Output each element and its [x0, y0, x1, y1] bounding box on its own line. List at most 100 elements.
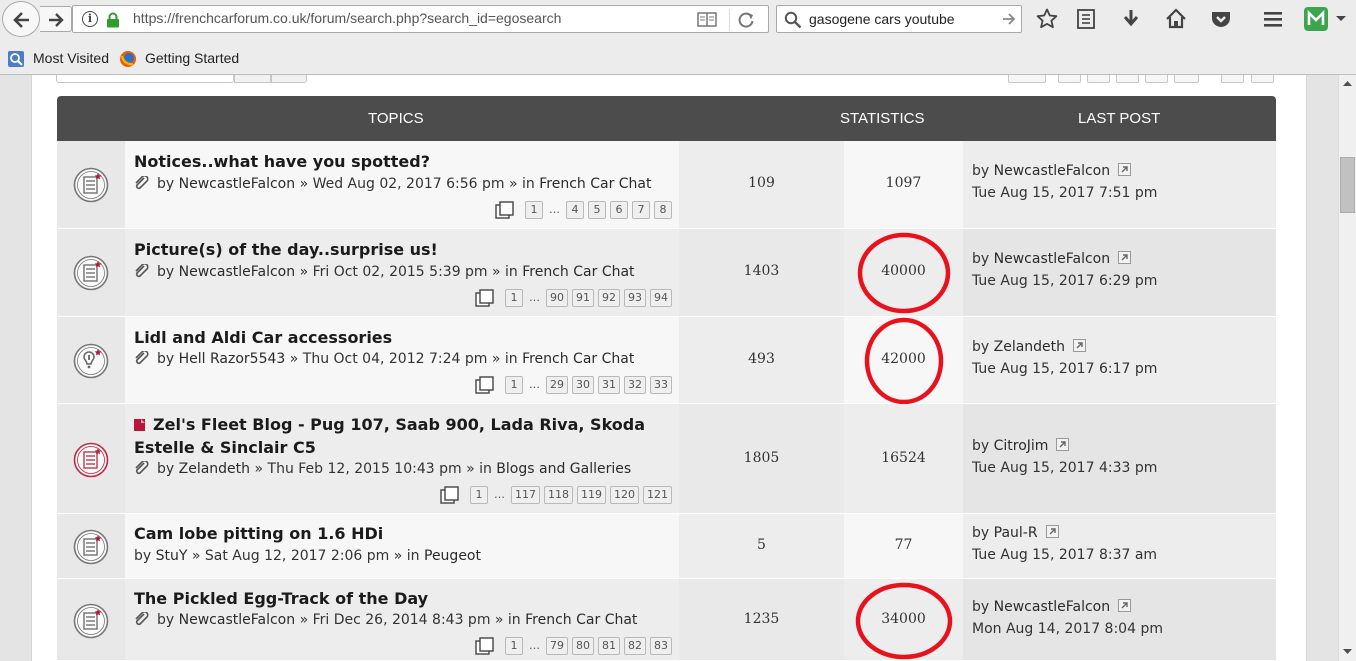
goto-post-icon[interactable]: [1118, 163, 1132, 176]
bookmark-most-visited[interactable]: Most Visited: [33, 50, 109, 66]
forum-link[interactable]: French Car Chat: [522, 351, 634, 367]
reload-icon[interactable]: [736, 10, 756, 30]
scroll-down-icon[interactable]: [1339, 643, 1356, 660]
author-link[interactable]: Zelandeth: [179, 461, 250, 477]
forum-link[interactable]: French Car Chat: [539, 176, 651, 192]
reading-list-icon[interactable]: [1074, 7, 1098, 31]
page-link[interactable]: 121: [643, 485, 672, 504]
forum-link[interactable]: French Car Chat: [522, 264, 634, 280]
page-link[interactable]: 4: [566, 200, 584, 219]
menu-icon[interactable]: [1261, 7, 1285, 31]
page-link[interactable]: 83: [650, 636, 672, 655]
extension-icon[interactable]: [1303, 6, 1329, 32]
pagination-ellipsis: …: [529, 639, 540, 652]
forum-link[interactable]: Peugeot: [424, 548, 481, 564]
last-author-link[interactable]: NewcastleFalcon: [994, 599, 1110, 615]
page-link[interactable]: 79: [546, 636, 568, 655]
topic-title-link[interactable]: Notices..what have you spotted?: [134, 152, 430, 171]
page-link[interactable]: 120: [610, 485, 639, 504]
author-link[interactable]: StuY: [156, 548, 188, 564]
page-link[interactable]: 6: [610, 200, 628, 219]
page-link[interactable]: 81: [598, 636, 620, 655]
page-link[interactable]: 94: [650, 288, 672, 307]
page-link[interactable]: 117: [511, 485, 540, 504]
lock-icon[interactable]: [106, 12, 120, 28]
page-link[interactable]: 80: [572, 636, 594, 655]
pagination-button[interactable]: [1116, 75, 1139, 83]
search-go-icon[interactable]: [1002, 12, 1016, 26]
page-link[interactable]: 1: [505, 636, 523, 655]
goto-post-icon[interactable]: [1073, 339, 1087, 352]
header-topics: TOPICS: [368, 110, 424, 127]
goto-post-icon[interactable]: [1118, 599, 1132, 612]
bookmark-star-icon[interactable]: [1035, 7, 1059, 31]
page-link[interactable]: 118: [544, 485, 573, 504]
page-link[interactable]: 90: [546, 288, 568, 307]
goto-post-icon[interactable]: [1056, 438, 1070, 451]
page-link[interactable]: 92: [598, 288, 620, 307]
page-link[interactable]: 1: [505, 375, 523, 394]
author-link[interactable]: Hell Razor5543: [179, 351, 286, 367]
page-link[interactable]: 1: [470, 485, 488, 504]
page-link[interactable]: 5: [588, 200, 606, 219]
forum-link[interactable]: French Car Chat: [525, 612, 637, 628]
pagination-button[interactable]: [1058, 75, 1081, 83]
page-link[interactable]: 32: [624, 375, 646, 394]
search-options-button[interactable]: [271, 75, 307, 83]
last-author-link[interactable]: Zelandeth: [994, 339, 1065, 355]
bookmark-getting-started[interactable]: Getting Started: [145, 50, 239, 66]
info-icon[interactable]: i: [82, 11, 98, 27]
forward-button[interactable]: [40, 6, 72, 32]
pagination-button[interactable]: [1087, 75, 1110, 83]
last-author-link[interactable]: NewcastleFalcon: [994, 251, 1110, 267]
forum-link[interactable]: Blogs and Galleries: [496, 461, 631, 477]
chevron-down-icon[interactable]: [1335, 14, 1347, 24]
url-text[interactable]: https://frenchcarforum.co.uk/forum/searc…: [133, 10, 561, 26]
last-author-link[interactable]: CitroJim: [994, 438, 1049, 454]
page-link[interactable]: 31: [598, 375, 620, 394]
page-link[interactable]: 29: [546, 375, 568, 394]
goto-post-icon[interactable]: [1118, 251, 1132, 264]
search-input[interactable]: gasogene cars youtube: [809, 11, 955, 27]
search-results-input[interactable]: [56, 75, 234, 83]
topic-title-link[interactable]: Zel's Fleet Blog - Pug 107, Saab 900, La…: [134, 413, 674, 459]
page-link[interactable]: 8: [654, 200, 672, 219]
last-author-link[interactable]: Paul-R: [994, 525, 1038, 541]
page-link[interactable]: 93: [624, 288, 646, 307]
search-results-button[interactable]: [234, 75, 271, 83]
pages-icon: [495, 200, 515, 219]
pagination-prev[interactable]: [1221, 75, 1244, 83]
page-link[interactable]: 33: [650, 375, 672, 394]
page-link[interactable]: 91: [572, 288, 594, 307]
topic-title-link[interactable]: Picture(s) of the day..surprise us!: [134, 240, 438, 259]
last-author-link[interactable]: NewcastleFalcon: [994, 163, 1110, 179]
vertical-scrollbar[interactable]: [1338, 75, 1356, 661]
topic-title-link[interactable]: The Pickled Egg-Track of the Day: [134, 589, 428, 608]
url-bar[interactable]: i https://frenchcarforum.co.uk/forum/sea…: [72, 5, 769, 33]
downloads-icon[interactable]: [1119, 7, 1143, 31]
pagination-button[interactable]: [1145, 75, 1168, 83]
pagination-button[interactable]: [1174, 75, 1199, 83]
pagination-next[interactable]: [1251, 75, 1274, 83]
page-link[interactable]: 1: [505, 288, 523, 307]
home-icon[interactable]: [1164, 7, 1188, 31]
scroll-up-icon[interactable]: [1339, 75, 1356, 92]
page-link[interactable]: 1: [525, 200, 543, 219]
pocket-icon[interactable]: [1209, 7, 1233, 31]
back-button[interactable]: [2, 1, 40, 37]
search-bar[interactable]: gasogene cars youtube: [776, 5, 1022, 33]
author-link[interactable]: NewcastleFalcon: [179, 264, 295, 280]
page-link[interactable]: 30: [572, 375, 594, 394]
reader-view-icon[interactable]: [697, 12, 717, 27]
author-link[interactable]: NewcastleFalcon: [179, 176, 295, 192]
topic-title-link[interactable]: Lidl and Aldi Car accessories: [134, 328, 392, 347]
page-link[interactable]: 119: [577, 485, 606, 504]
page-link[interactable]: 82: [624, 636, 646, 655]
pagination-sort[interactable]: [1008, 75, 1046, 83]
view-count: 77: [894, 537, 913, 553]
goto-post-icon[interactable]: [1045, 525, 1059, 538]
page-link[interactable]: 7: [632, 200, 650, 219]
author-link[interactable]: NewcastleFalcon: [179, 612, 295, 628]
topic-title-link[interactable]: Cam lobe pitting on 1.6 HDi: [134, 524, 383, 543]
scrollbar-thumb[interactable]: [1340, 157, 1355, 213]
